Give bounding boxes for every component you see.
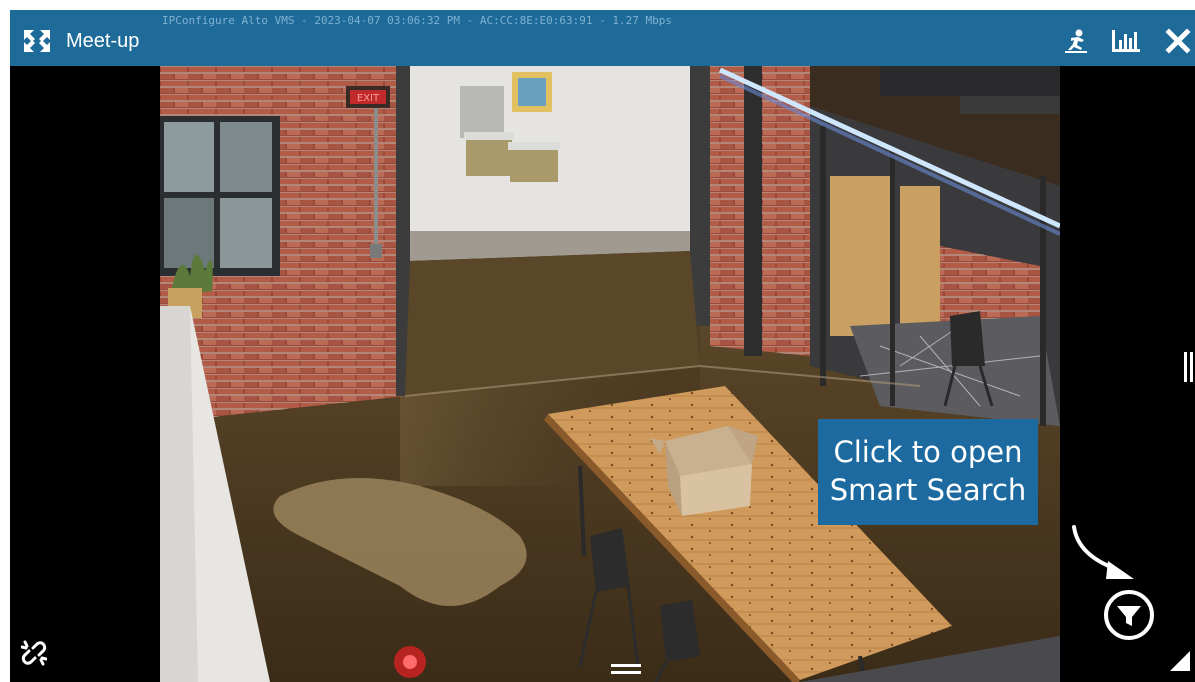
video-frame: EXIT — [160, 66, 1060, 682]
camera-video-feed[interactable]: EXIT — [160, 66, 1060, 682]
expand-icon — [24, 30, 50, 52]
stats-button[interactable] — [1110, 28, 1142, 54]
resize-corner-icon — [1170, 651, 1190, 671]
callout-line-1: Click to open — [833, 435, 1023, 469]
handle-bars-icon — [1184, 352, 1193, 382]
close-icon — [1165, 28, 1191, 54]
video-overlay-text: IPConfigure Alto VMS - 2023-04-07 03:06:… — [162, 14, 672, 27]
smart-search-button[interactable] — [1103, 589, 1155, 641]
camera-viewer: Meet-up IPConfigure Alto VMS - 2023-04-0… — [10, 10, 1195, 682]
close-button[interactable] — [1165, 28, 1191, 54]
side-panel-handle[interactable] — [1182, 350, 1195, 384]
broken-link-icon — [20, 640, 48, 666]
callout-line-2: Smart Search — [829, 473, 1027, 507]
menu-button[interactable] — [609, 661, 643, 677]
camera-header: Meet-up IPConfigure Alto VMS - 2023-04-0… — [10, 10, 1195, 66]
person-button[interactable] — [1062, 28, 1090, 54]
exit-sign-text: EXIT — [357, 93, 380, 104]
callout-arrow-icon — [1072, 525, 1134, 579]
link-button[interactable] — [20, 639, 48, 667]
stats-icon — [1112, 30, 1140, 52]
camera-name: Meet-up — [66, 30, 140, 52]
expand-button[interactable] — [22, 28, 52, 54]
filter-icon — [1104, 590, 1154, 640]
smart-search-callout: Click to open Smart Search — [818, 419, 1038, 525]
resize-handle[interactable] — [1170, 651, 1190, 671]
menu-icon — [611, 664, 641, 674]
person-icon — [1065, 29, 1087, 53]
